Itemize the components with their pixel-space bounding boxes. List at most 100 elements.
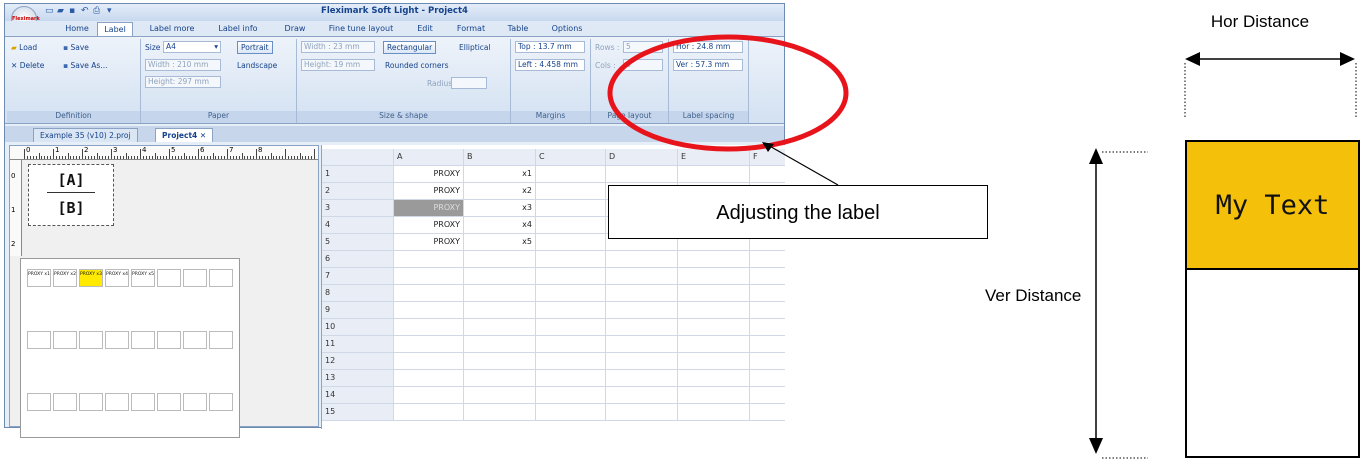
grid-cell[interactable]	[750, 387, 785, 404]
row-header[interactable]: 13	[322, 370, 394, 387]
row-header[interactable]: 12	[322, 353, 394, 370]
grid-cell[interactable]	[536, 404, 606, 421]
tab-label-info[interactable]: Label info	[213, 22, 263, 36]
label-width-field[interactable]: Width : 23 mm	[301, 41, 375, 53]
column-header[interactable]: B	[464, 149, 536, 166]
grid-cell[interactable]	[678, 268, 750, 285]
sheet-label-cell[interactable]	[209, 393, 233, 411]
grid-cell[interactable]	[394, 302, 464, 319]
sheet-label-cell[interactable]: PROXY x3	[79, 269, 103, 287]
grid-cell[interactable]: PROXY	[394, 200, 464, 217]
row-header[interactable]: 10	[322, 319, 394, 336]
sheet-label-cell[interactable]	[157, 393, 181, 411]
grid-cell[interactable]	[464, 268, 536, 285]
row-header[interactable]: 11	[322, 336, 394, 353]
column-header[interactable]: C	[536, 149, 606, 166]
grid-cell[interactable]	[536, 183, 606, 200]
grid-cell[interactable]	[536, 285, 606, 302]
row-header[interactable]: 5	[322, 234, 394, 251]
sheet-label-cell[interactable]	[131, 331, 155, 349]
sheet-label-cell[interactable]	[53, 331, 77, 349]
sheet-label-cell[interactable]: PROXY x5	[131, 269, 155, 287]
sheet-label-cell[interactable]	[27, 393, 51, 411]
tab-label[interactable]: Label	[97, 22, 133, 36]
sheet-label-cell[interactable]	[209, 331, 233, 349]
grid-cell[interactable]	[394, 319, 464, 336]
grid-cell[interactable]: PROXY	[394, 217, 464, 234]
grid-cell[interactable]	[394, 353, 464, 370]
grid-cell[interactable]: x3	[464, 200, 536, 217]
row-header[interactable]: 14	[322, 387, 394, 404]
grid-cell[interactable]	[464, 251, 536, 268]
grid-cell[interactable]	[678, 404, 750, 421]
row-header[interactable]: 3	[322, 200, 394, 217]
row-header[interactable]: 7	[322, 268, 394, 285]
grid-cell[interactable]	[678, 166, 750, 183]
label-height-field[interactable]: Height: 19 mm	[301, 59, 375, 71]
grid-cell[interactable]	[678, 370, 750, 387]
sheet-label-cell[interactable]	[105, 393, 129, 411]
grid-cell[interactable]	[606, 302, 678, 319]
sheet-label-cell[interactable]	[53, 393, 77, 411]
sheet-label-cell[interactable]	[183, 331, 207, 349]
sheet-label-cell[interactable]	[157, 269, 181, 287]
grid-cell[interactable]	[750, 285, 785, 302]
margin-top-field[interactable]: Top : 13.7 mm	[515, 41, 585, 53]
grid-cell[interactable]	[678, 319, 750, 336]
sheet-label-cell[interactable]	[183, 269, 207, 287]
row-header[interactable]: 4	[322, 217, 394, 234]
grid-cell[interactable]	[606, 319, 678, 336]
grid-cell[interactable]	[750, 268, 785, 285]
grid-cell[interactable]	[464, 319, 536, 336]
row-header[interactable]: 6	[322, 251, 394, 268]
grid-cell[interactable]: x4	[464, 217, 536, 234]
tab-options[interactable]: Options	[545, 22, 589, 36]
grid-cell[interactable]	[394, 268, 464, 285]
row-header[interactable]: 8	[322, 285, 394, 302]
grid-cell[interactable]	[536, 166, 606, 183]
grid-cell[interactable]	[678, 353, 750, 370]
grid-cell[interactable]	[536, 387, 606, 404]
grid-cell[interactable]	[606, 251, 678, 268]
row-header[interactable]: 15	[322, 404, 394, 421]
tab-draw[interactable]: Draw	[280, 22, 310, 36]
grid-cell[interactable]	[750, 353, 785, 370]
elliptical-button[interactable]: Elliptical	[459, 43, 491, 52]
column-header[interactable]	[322, 149, 394, 166]
row-header[interactable]: 2	[322, 183, 394, 200]
tab-edit[interactable]: Edit	[411, 22, 439, 36]
sheet-label-cell[interactable]	[157, 331, 181, 349]
tab-home[interactable]: Home	[61, 22, 93, 36]
tab-fine-tune-layout[interactable]: Fine tune layout	[325, 22, 397, 36]
save-as-button[interactable]: ▪ Save As...	[63, 61, 107, 70]
grid-cell[interactable]	[678, 251, 750, 268]
grid-cell[interactable]	[394, 404, 464, 421]
save-icon[interactable]: ▪	[69, 6, 79, 16]
sheet-label-cell[interactable]	[79, 393, 103, 411]
sheet-label-cell[interactable]: PROXY x2	[53, 269, 77, 287]
grid-cell[interactable]	[606, 268, 678, 285]
grid-cell[interactable]	[394, 370, 464, 387]
grid-cell[interactable]	[536, 217, 606, 234]
grid-cell[interactable]	[750, 336, 785, 353]
grid-cell[interactable]	[394, 251, 464, 268]
grid-cell[interactable]	[464, 370, 536, 387]
sheet-label-cell[interactable]	[79, 331, 103, 349]
new-icon[interactable]: ▭	[45, 6, 55, 16]
grid-cell[interactable]	[606, 404, 678, 421]
delete-button[interactable]: ✕ Delete	[11, 61, 44, 70]
grid-cell[interactable]	[536, 319, 606, 336]
grid-cell[interactable]	[464, 285, 536, 302]
grid-cell[interactable]	[536, 336, 606, 353]
sheet-label-cell[interactable]	[131, 393, 155, 411]
field-b[interactable]: [B]	[29, 199, 113, 217]
grid-cell[interactable]	[536, 302, 606, 319]
tab-table[interactable]: Table	[501, 22, 535, 36]
grid-cell[interactable]	[606, 387, 678, 404]
grid-cell[interactable]	[750, 319, 785, 336]
grid-cell[interactable]	[536, 268, 606, 285]
grid-cell[interactable]	[750, 251, 785, 268]
close-icon[interactable]: ✕	[200, 131, 206, 140]
grid-cell[interactable]	[606, 353, 678, 370]
grid-cell[interactable]: PROXY	[394, 183, 464, 200]
